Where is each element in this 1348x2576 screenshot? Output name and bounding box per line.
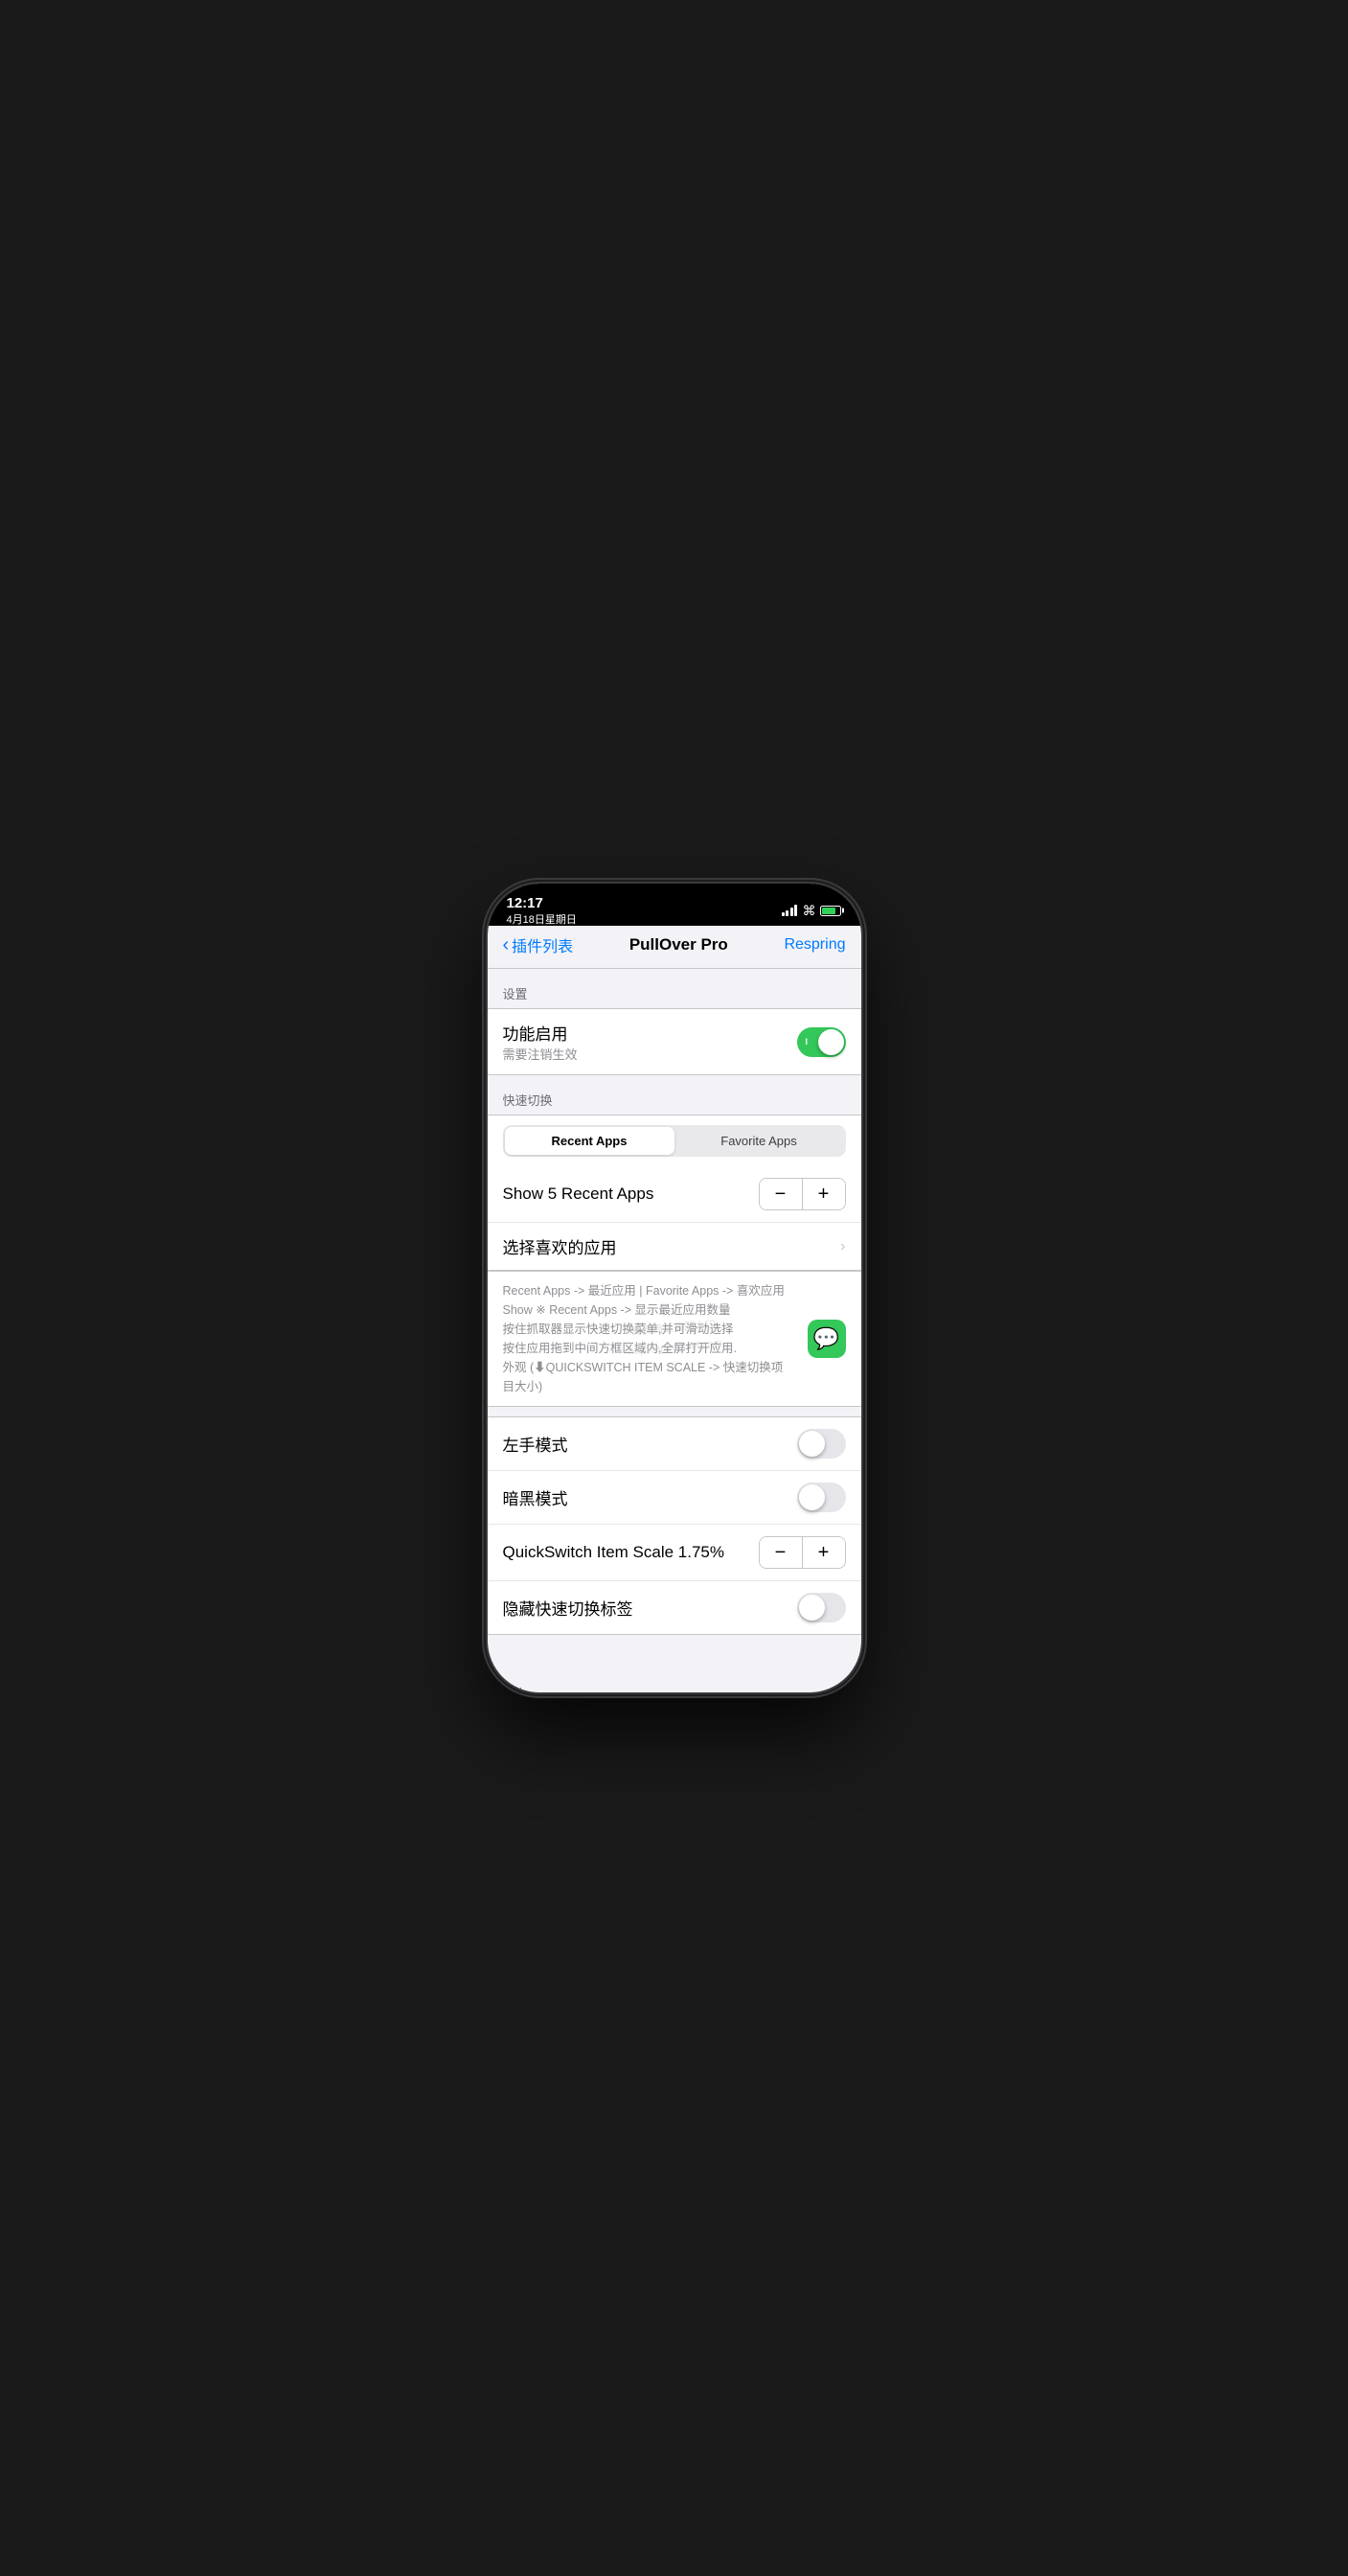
recent-apps-stepper[interactable]: − +: [759, 1178, 846, 1210]
nav-bar: ‹ 插件列表 PullOver Pro Respring: [488, 926, 861, 969]
status-bar: 12:17 4月18日星期日 ⌘: [488, 884, 861, 926]
enable-feature-sublabel: 需要注销生效: [503, 1045, 578, 1063]
quickswitch-scale-row: QuickSwitch Item Scale 1.75% − +: [488, 1525, 861, 1581]
desc-line1: Recent Apps -> 最近应用 | Favorite Apps -> 喜…: [503, 1284, 785, 1298]
quick-switch-group: Recent Apps Favorite Apps Show 5 Recent …: [488, 1115, 861, 1271]
settings-content: 设置 功能启用 需要注销生效 I 快速切换 Re: [488, 969, 861, 1692]
left-handed-row: 左手模式: [488, 1417, 861, 1471]
back-button[interactable]: ‹ 插件列表: [503, 933, 574, 956]
left-handed-label: 左手模式: [503, 1432, 568, 1456]
minus-icon: −: [775, 1184, 787, 1206]
back-label[interactable]: 插件列表: [512, 933, 573, 956]
status-icons: ⌘: [782, 903, 842, 919]
status-date: 4月18日星期日: [507, 911, 577, 927]
signal-icon: [782, 905, 798, 916]
back-chevron-icon: ‹: [503, 934, 510, 956]
hide-tabs-toggle[interactable]: [797, 1593, 846, 1622]
show-recent-apps-row: Show 5 Recent Apps − +: [488, 1166, 861, 1223]
enable-feature-label: 功能启用: [503, 1021, 578, 1045]
scale-increment-button[interactable]: +: [803, 1537, 845, 1568]
description-text: Recent Apps -> 最近应用 | Favorite Apps -> 喜…: [503, 1281, 846, 1396]
status-time-block: 12:17 4月18日星期日: [507, 895, 577, 927]
show-recent-apps-label: Show 5 Recent Apps: [503, 1184, 654, 1204]
increment-button[interactable]: +: [803, 1179, 845, 1209]
battery-icon: [820, 906, 841, 916]
page-title: PullOver Pro: [629, 935, 728, 954]
choose-favorite-label: 选择喜欢的应用: [503, 1234, 617, 1258]
scale-plus-icon: +: [818, 1542, 830, 1564]
quickswitch-scale-label: QuickSwitch Item Scale 1.75%: [503, 1543, 724, 1562]
appearance-group: 左手模式 暗黑模式 QuickSwitch Item Scale 1.75%: [488, 1416, 861, 1635]
quickswitch-scale-stepper[interactable]: − +: [759, 1536, 846, 1569]
desc-line5: 外观 (⬇QUICKSWITCH ITEM SCALE -> 快速切换项目大小): [503, 1361, 784, 1393]
behavior-section-header: 行为: [488, 1668, 861, 1692]
enable-group: 功能启用 需要注销生效 I: [488, 1008, 861, 1075]
app-mode-segmented-control[interactable]: Recent Apps Favorite Apps: [503, 1125, 846, 1157]
favorite-apps-segment[interactable]: Favorite Apps: [674, 1127, 844, 1155]
settings-section-header: 设置: [488, 969, 861, 1008]
wifi-icon: ⌘: [802, 903, 815, 919]
desc-line4: 按住应用拖到中间方框区域内,全屏打开应用.: [503, 1342, 737, 1355]
choose-favorite-row[interactable]: 选择喜欢的应用 ›: [488, 1223, 861, 1270]
scale-decrement-button[interactable]: −: [760, 1537, 802, 1568]
dark-mode-row: 暗黑模式: [488, 1471, 861, 1525]
phone-device: 12:17 4月18日星期日 ⌘: [488, 884, 861, 1692]
plus-icon: +: [818, 1184, 830, 1206]
hide-tabs-row: 隐藏快速切换标签: [488, 1581, 861, 1634]
scale-minus-icon: −: [775, 1542, 787, 1564]
phone-screen: 12:17 4月18日星期日 ⌘: [488, 884, 861, 1692]
left-handed-toggle[interactable]: [797, 1429, 846, 1459]
description-block: Recent Apps -> 最近应用 | Favorite Apps -> 喜…: [488, 1271, 861, 1407]
chevron-right-icon: ›: [840, 1238, 845, 1255]
desc-line3: 按住抓取器显示快速切换菜单,并可滑动选择: [503, 1322, 734, 1336]
status-time: 12:17: [507, 895, 577, 911]
hide-tabs-label: 隐藏快速切换标签: [503, 1596, 633, 1620]
decrement-button[interactable]: −: [760, 1179, 802, 1209]
enable-feature-toggle[interactable]: I: [797, 1027, 846, 1057]
respring-button[interactable]: Respring: [784, 936, 845, 954]
quick-switch-section-header: 快速切换: [488, 1075, 861, 1115]
desc-line2: Show ※ Recent Apps -> 显示最近应用数量: [503, 1303, 731, 1317]
app-icon-container: 💬: [808, 1320, 846, 1358]
recent-apps-segment[interactable]: Recent Apps: [505, 1127, 674, 1155]
messages-app-icon: 💬: [808, 1320, 846, 1358]
enable-feature-row: 功能启用 需要注销生效 I: [488, 1009, 861, 1074]
dark-mode-toggle[interactable]: [797, 1483, 846, 1512]
dark-mode-label: 暗黑模式: [503, 1485, 568, 1509]
